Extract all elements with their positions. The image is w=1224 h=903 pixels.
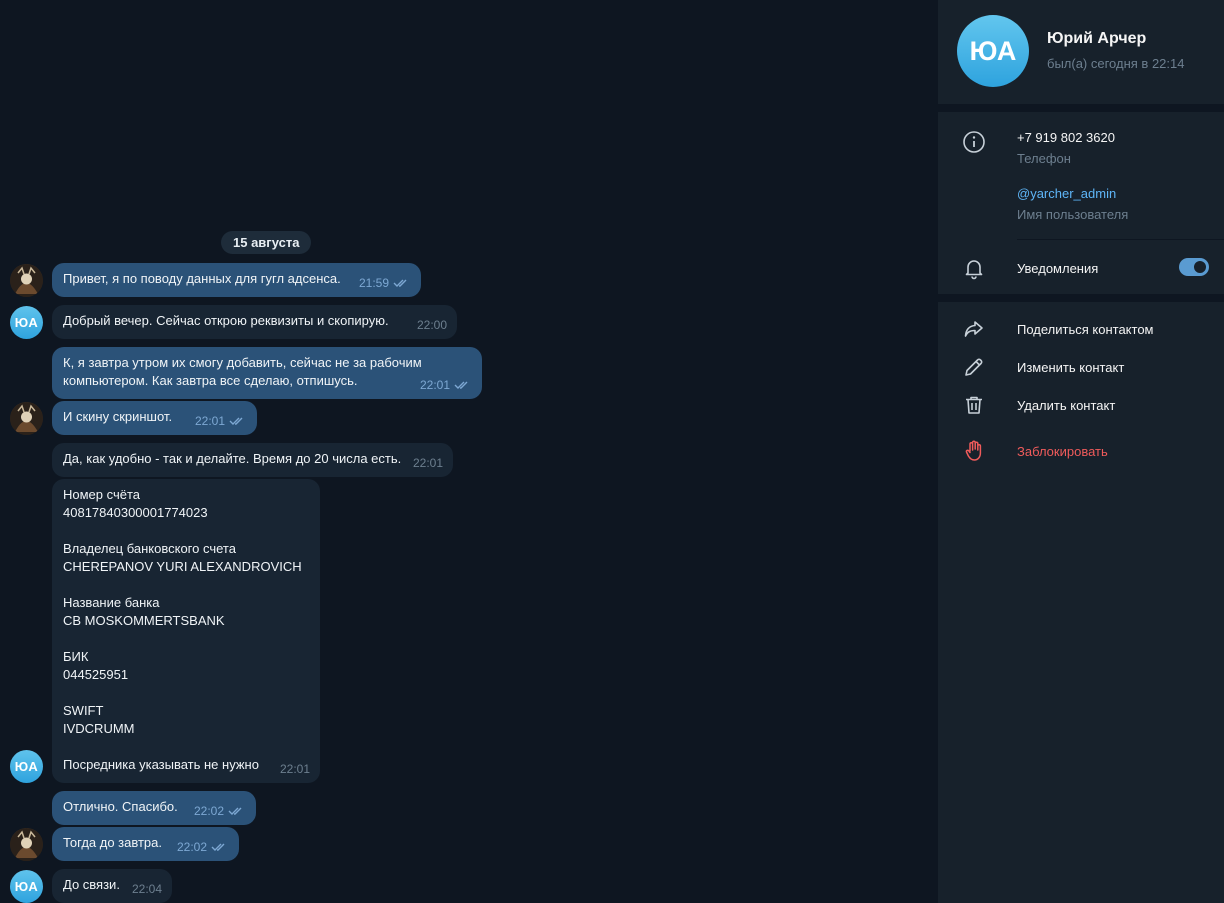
double-check-icon xyxy=(229,417,243,425)
toggle-knob xyxy=(1192,259,1208,275)
message-bubble[interactable]: До связи. 22:04 xyxy=(52,869,172,903)
message-bubble[interactable]: Тогда до завтра. 22:02 xyxy=(52,827,239,861)
message-time: 21:59 xyxy=(358,276,389,290)
divider xyxy=(1017,239,1224,240)
block-contact-button[interactable]: Заблокировать xyxy=(1017,444,1108,459)
double-check-icon xyxy=(228,807,242,815)
section-separator xyxy=(938,104,1224,112)
message-text: Номер счёта 40817840300001774023 Владеле… xyxy=(63,487,302,772)
message-time: 22:04 xyxy=(131,882,162,896)
notifications-toggle[interactable] xyxy=(1179,258,1209,276)
message-time: 22:00 xyxy=(416,318,447,332)
pencil-icon xyxy=(962,355,986,379)
message-text: Привет, я по поводу данных для гугл адсе… xyxy=(63,271,341,286)
message-time: 22:01 xyxy=(279,762,310,776)
message-bubble[interactable]: Отлично. Спасибо. 22:02 xyxy=(52,791,256,825)
info-icon xyxy=(962,130,986,154)
contact-avatar[interactable]: ЮА xyxy=(10,306,43,339)
chat-area: 15 августа Привет, я по поводу данных дл… xyxy=(0,0,938,903)
message-time: 22:01 xyxy=(419,378,450,392)
message-bubble[interactable]: Привет, я по поводу данных для гугл адсе… xyxy=(52,263,421,297)
edit-contact-button[interactable]: Изменить контакт xyxy=(1017,360,1124,375)
message-time: 22:01 xyxy=(412,456,443,470)
share-icon xyxy=(962,317,986,341)
message-bubble[interactable]: Да, как удобно - так и делайте. Время до… xyxy=(52,443,453,477)
date-divider: 15 августа xyxy=(221,231,312,254)
contact-avatar[interactable]: ЮА xyxy=(10,870,43,903)
trash-icon xyxy=(962,393,986,417)
double-check-icon xyxy=(393,279,407,287)
phone-label: Телефон xyxy=(1017,151,1071,166)
message-text: Добрый вечер. Сейчас открою реквизиты и … xyxy=(63,313,389,328)
user-avatar[interactable] xyxy=(10,828,43,861)
share-contact-button[interactable]: Поделиться контактом xyxy=(1017,322,1154,337)
hand-icon xyxy=(962,439,986,463)
notifications-label: Уведомления xyxy=(1017,261,1099,276)
profile-status: был(а) сегодня в 22:14 xyxy=(1047,56,1185,71)
section-separator xyxy=(938,294,1224,302)
message-bubble[interactable]: И скину скриншот. 22:01 xyxy=(52,401,257,435)
message-bubble[interactable]: Добрый вечер. Сейчас открою реквизиты и … xyxy=(52,305,457,339)
bell-icon xyxy=(962,256,986,280)
phone-value[interactable]: +7 919 802 3620 xyxy=(1017,130,1115,145)
message-bubble[interactable]: К, я завтра утром их смогу добавить, сей… xyxy=(52,347,482,399)
message-bubble[interactable]: Номер счёта 40817840300001774023 Владеле… xyxy=(52,479,320,783)
user-avatar[interactable] xyxy=(10,402,43,435)
user-avatar[interactable] xyxy=(10,264,43,297)
message-time: 22:02 xyxy=(193,804,224,818)
message-text: К, я завтра утром их смогу добавить, сей… xyxy=(63,355,422,388)
username-label: Имя пользователя xyxy=(1017,207,1129,222)
message-text: Да, как удобно - так и делайте. Время до… xyxy=(63,451,402,466)
delete-contact-button[interactable]: Удалить контакт xyxy=(1017,398,1115,413)
profile-avatar[interactable]: ЮА xyxy=(957,15,1029,87)
contact-avatar[interactable]: ЮА xyxy=(10,750,43,783)
double-check-icon xyxy=(454,381,468,389)
double-check-icon xyxy=(211,843,225,851)
username-link[interactable]: @yarcher_admin xyxy=(1017,186,1116,201)
message-time: 22:01 xyxy=(194,414,225,428)
profile-name: Юрий Арчер xyxy=(1047,30,1147,47)
message-time: 22:02 xyxy=(176,840,207,854)
profile-sidebar: ЮА Юрий Арчер был(а) сегодня в 22:14 +7 … xyxy=(938,0,1224,903)
